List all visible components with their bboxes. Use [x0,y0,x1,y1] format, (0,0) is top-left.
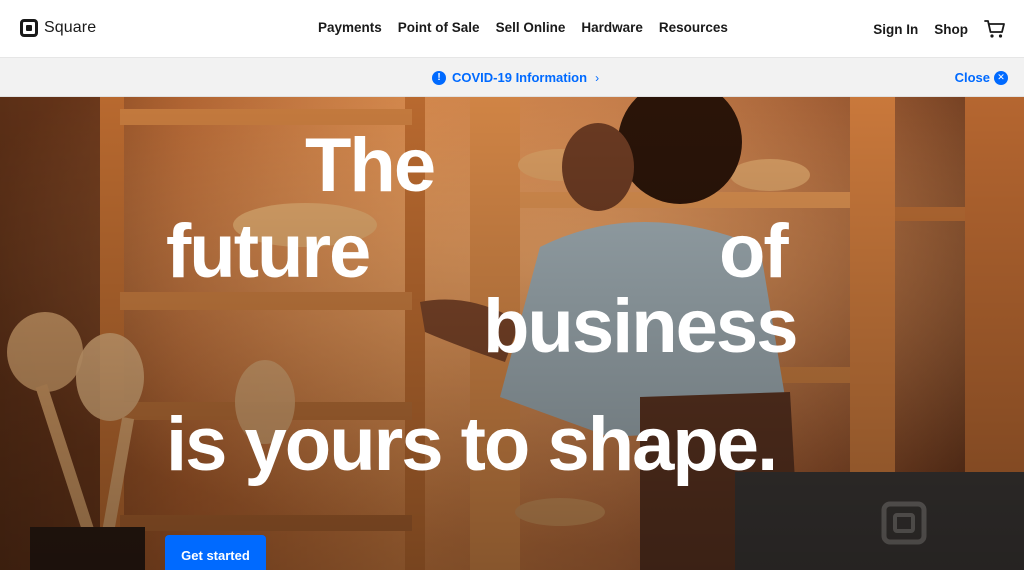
top-navigation: Square Payments Point of Sale Sell Onlin… [0,0,1024,58]
sign-in-link[interactable]: Sign In [873,22,918,37]
info-icon: ! [432,70,446,85]
nav-payments[interactable]: Payments [318,20,382,35]
square-logo[interactable]: Square [20,19,96,37]
nav-resources[interactable]: Resources [659,20,728,35]
hero-headline-business: business [483,284,798,369]
close-alert-button[interactable]: Close ✕ [955,70,1008,85]
account-nav: Sign In Shop [873,19,1006,39]
get-started-button[interactable]: Get started [165,535,266,570]
cart-icon[interactable] [984,19,1006,39]
covid-alert-bar: ! COVID-19 Information › Close ✕ [0,58,1024,97]
nav-hardware[interactable]: Hardware [581,20,643,35]
square-logo-icon [20,19,38,37]
brand-name: Square [44,19,97,36]
covid-info-text: COVID-19 Information [452,70,588,85]
hero-headline-of: of [719,209,789,294]
hero-headline-future: future [166,209,371,294]
chevron-right-icon: › [595,70,600,85]
hero-headline-the: The [305,123,436,208]
shop-link[interactable]: Shop [934,22,968,37]
hero-section: The future of business is yours to shape… [0,97,1024,570]
hero-headline-shape: is yours to shape. [166,402,778,487]
main-nav: Payments Point of Sale Sell Online Hardw… [318,20,728,35]
close-icon: ✕ [994,70,1008,85]
nav-sell-online[interactable]: Sell Online [496,20,566,35]
close-label: Close [954,70,990,85]
covid-info-link[interactable]: ! COVID-19 Information › [432,70,599,85]
nav-point-of-sale[interactable]: Point of Sale [398,20,480,35]
